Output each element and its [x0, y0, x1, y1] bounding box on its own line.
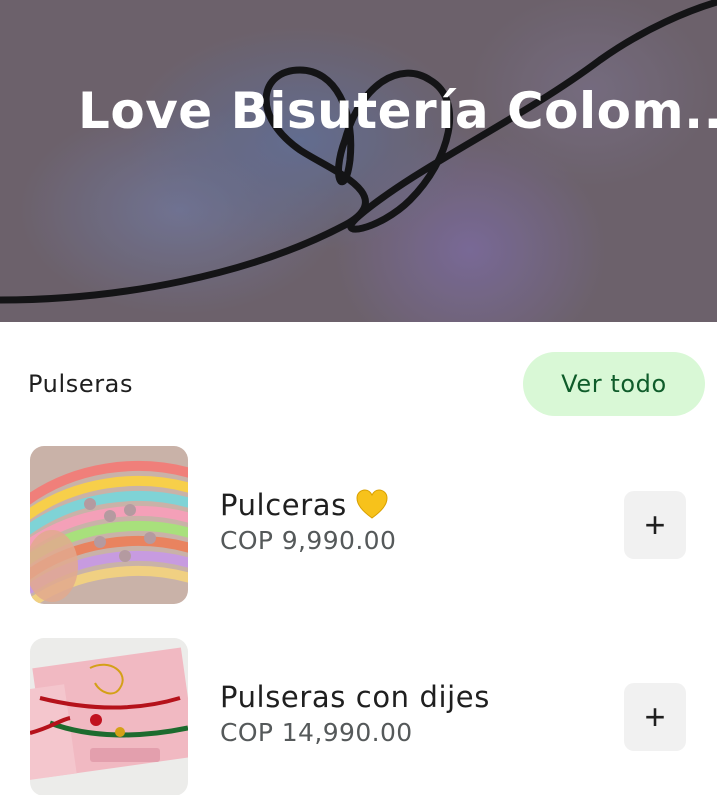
- product-image[interactable]: [30, 446, 188, 604]
- product-name: Pulseras con dijes: [220, 680, 490, 714]
- product-item[interactable]: Pulceras COP 9,990.00 +: [30, 446, 690, 606]
- collection-header: Pulseras Ver todo: [0, 350, 717, 418]
- product-name: Pulceras: [220, 488, 347, 522]
- beaded-bracelets-photo-icon: [30, 446, 188, 604]
- charm-bracelets-photo-icon: [30, 638, 188, 795]
- plus-icon: +: [644, 504, 666, 545]
- add-to-cart-button[interactable]: +: [624, 491, 686, 559]
- store-header-banner[interactable]: Love Bisutería Colom... ›: [0, 0, 717, 322]
- yellow-heart-icon: [356, 489, 388, 519]
- see-all-button[interactable]: Ver todo: [523, 352, 705, 416]
- collection-title: Pulseras: [28, 370, 134, 398]
- store-name-title: Love Bisutería Colom...: [78, 82, 717, 140]
- product-image[interactable]: [30, 638, 188, 795]
- add-to-cart-button[interactable]: +: [624, 683, 686, 751]
- product-item[interactable]: Pulseras con dijes COP 14,990.00 +: [30, 638, 690, 795]
- product-price: COP 9,990.00: [220, 526, 397, 555]
- heart-line-art: [0, 0, 717, 322]
- plus-icon: +: [644, 696, 666, 737]
- product-price: COP 14,990.00: [220, 718, 413, 747]
